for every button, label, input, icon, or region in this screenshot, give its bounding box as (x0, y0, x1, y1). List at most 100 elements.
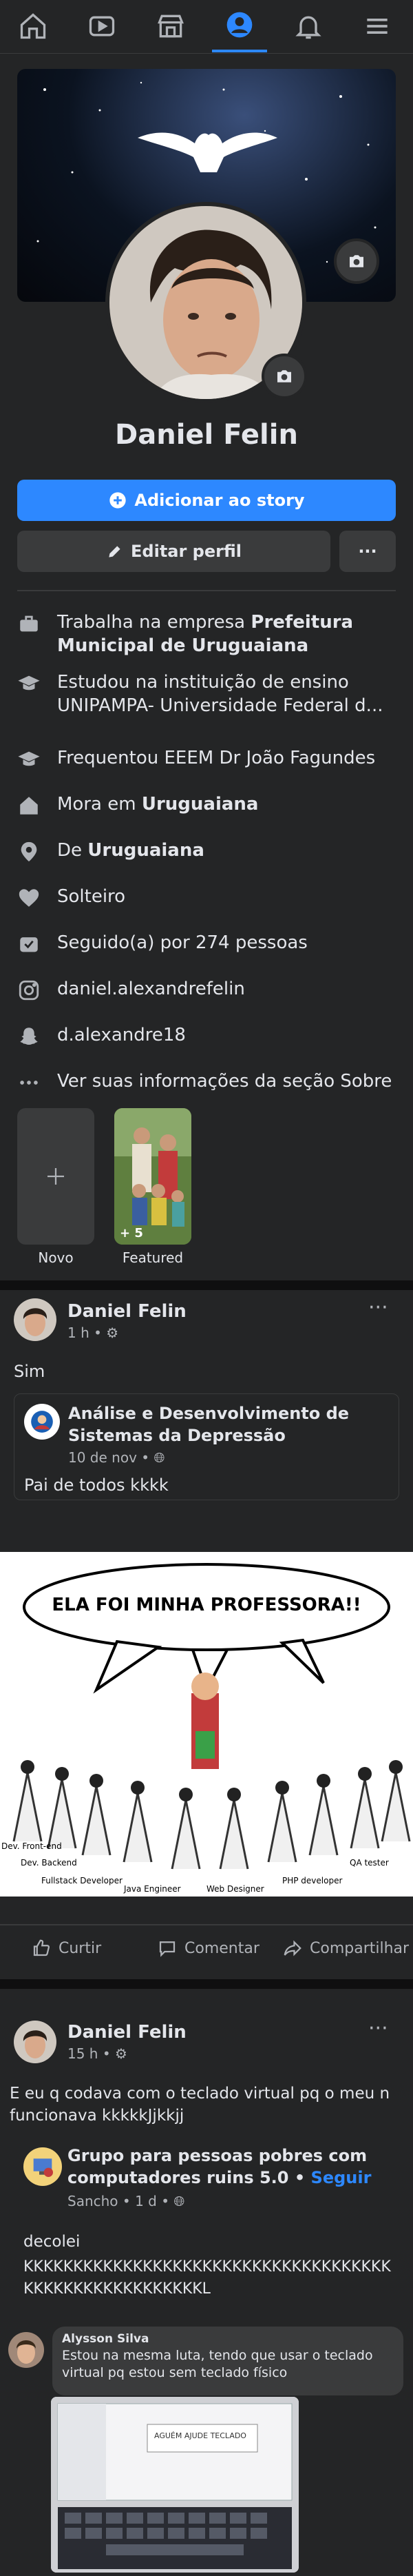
featured-new-button[interactable] (17, 1108, 94, 1245)
top-navigation-bar (0, 0, 413, 54)
location-pin-icon (17, 840, 41, 863)
edit-profile-button[interactable]: Editar perfil (17, 531, 330, 572)
info-lives-text: Mora em Uruguaiana (57, 793, 258, 816)
globe-icon: 🌐︎ (173, 2193, 185, 2209)
profile-name: Daniel Felin (115, 419, 298, 451)
edit-cover-camera-button[interactable] (334, 238, 379, 284)
group-logo-icon (31, 1411, 53, 1433)
post-author-name[interactable]: Daniel Felin (67, 2022, 187, 2043)
shared-post-author[interactable]: Sancho (67, 2193, 118, 2209)
globe-icon: 🌐︎ (153, 1449, 165, 1466)
heart-icon (17, 886, 41, 910)
meme-label: QA tester (350, 1858, 389, 1868)
post-text: Sim (14, 1362, 45, 1381)
info-snapchat-text: d.alexandre18 (57, 1025, 186, 1045)
privacy-gear-icon: ⚙ (115, 2045, 127, 2062)
post-options-button[interactable]: ··· (368, 1296, 388, 1320)
shared-post-text-line1: decolei (23, 2233, 81, 2251)
info-study-text: Estudou na instituição de ensino UNIPAMP… (57, 672, 383, 716)
post-meme-image[interactable]: ELA FOI MINHA PROFESSORA!! Dev. Front-en… (0, 1552, 413, 1897)
info-from-city[interactable]: Uruguaiana (87, 840, 204, 861)
comment-photo[interactable]: AGUÉM AJUDE TECLADO (51, 2397, 299, 2573)
like-label: Curtir (59, 1939, 102, 1957)
shared-group-avatar[interactable] (24, 1404, 60, 1440)
info-lives-prefix: Mora em (57, 794, 142, 815)
shared-post-time[interactable]: 1 d (135, 2193, 157, 2209)
comment-bubble-icon (159, 1941, 176, 1957)
see-about-text: Ver suas informações da seção Sobre (57, 1071, 392, 1092)
avatar-photo (23, 2030, 47, 2058)
info-instagram[interactable]: daniel.alexandrefelin (17, 977, 396, 1002)
featured-count: + 5 (120, 1226, 143, 1240)
section-divider (17, 590, 396, 591)
shared-post-time[interactable]: 10 de nov (68, 1449, 137, 1466)
group-logo-icon (33, 2158, 53, 2177)
featured-collection-card[interactable]: + 5 (114, 1108, 191, 1245)
shared-post-meta: 10 de nov • 🌐︎ (68, 1449, 165, 1466)
nav-marketplace[interactable] (143, 0, 198, 52)
nav-watch[interactable] (74, 0, 129, 52)
camera-icon (277, 370, 291, 382)
info-snapchat[interactable]: d.alexandre18 (17, 1023, 396, 1048)
instagram-icon (17, 979, 41, 1002)
info-school-prefix: Frequentou (57, 748, 165, 768)
avatar-photo (17, 2340, 36, 2364)
share-arrow-icon (284, 1940, 301, 1956)
comment-button[interactable]: Comentar (157, 1938, 260, 1959)
more-options-button[interactable]: ··· (339, 531, 396, 572)
info-instagram-text: daniel.alexandrefelin (57, 979, 245, 999)
action-divider (0, 1924, 413, 1925)
info-work-prefix: Trabalha na empresa (57, 612, 251, 633)
featured-collection-label: Featured (122, 1249, 184, 1266)
post-time[interactable]: 1 h (67, 1325, 89, 1341)
info-from-text: De Uruguaiana (57, 839, 204, 862)
followers-icon (17, 932, 41, 956)
post-options-button[interactable]: ··· (368, 2016, 388, 2041)
info-from: De Uruguaiana (17, 839, 396, 863)
info-school-name[interactable]: EEEM Dr João Fagundes (164, 748, 375, 768)
info-from-prefix: De (57, 840, 88, 861)
share-button[interactable]: Compartilhar (282, 1938, 409, 1959)
nav-menu[interactable] (350, 0, 405, 52)
featured-new-label: Novo (38, 1249, 74, 1266)
shared-post-card[interactable]: Análise e Desenvolvimento de Sistemas da… (14, 1393, 399, 1500)
post-card: Daniel Felin 15 h • ⚙ ··· E eu q codava … (0, 1989, 413, 2576)
follow-group-button[interactable]: Seguir (311, 2168, 372, 2187)
like-button[interactable]: Curtir (31, 1938, 101, 1959)
nav-profile[interactable] (212, 0, 267, 52)
comment-author-avatar[interactable] (8, 2332, 44, 2368)
shared-group-title: Grupo para pessoas pobres com computador… (67, 2146, 372, 2187)
house-icon (17, 794, 41, 817)
nav-home[interactable] (6, 0, 61, 52)
info-relationship-text: Solteiro (57, 886, 126, 907)
info-work: Trabalha na empresa Prefeitura Municipal… (17, 611, 396, 657)
edit-profile-label: Editar perfil (131, 542, 242, 561)
shared-post-text: Pai de todos kkkk (24, 1475, 169, 1495)
info-lives-city[interactable]: Uruguaiana (142, 794, 259, 815)
edit-avatar-camera-button[interactable] (262, 354, 307, 399)
comment-author-name[interactable]: Alysson Silva (62, 2332, 394, 2346)
post-time[interactable]: 15 h (67, 2045, 98, 2062)
post-author-name[interactable]: Daniel Felin (67, 1301, 187, 1322)
plus-icon (47, 1168, 64, 1185)
graduation-cap-icon (17, 672, 41, 695)
shared-post-meta: Sancho • 1 d • 🌐︎ (67, 2193, 185, 2209)
shared-group-name[interactable]: Análise e Desenvolvimento de Sistemas da… (68, 1402, 392, 1447)
info-work-text: Trabalha na empresa Prefeitura Municipal… (57, 611, 396, 657)
photo-screen-text: AGUÉM AJUDE TECLADO (154, 2431, 246, 2440)
comment-text: Estou na mesma luta, tendo que usar o te… (62, 2348, 373, 2380)
meme-label: PHP developer (282, 1876, 343, 1885)
camera-icon (350, 255, 363, 267)
add-to-story-label: Adicionar ao story (134, 491, 305, 510)
comment-bubble: Alysson Silva Estou na mesma luta, tendo… (52, 2327, 403, 2395)
add-to-story-button[interactable]: Adicionar ao story (17, 480, 396, 521)
hamburger-menu-icon (367, 19, 388, 34)
see-about-info-link[interactable]: Ver suas informações da seção Sobre (17, 1070, 396, 1094)
info-relationship: Solteiro (17, 885, 396, 910)
shared-group-avatar[interactable] (23, 2147, 62, 2186)
post-author-avatar[interactable] (14, 1298, 56, 1341)
info-followers[interactable]: Seguido(a) por 274 pessoas (17, 931, 396, 956)
post-author-avatar[interactable] (14, 2021, 56, 2063)
info-school-text: Frequentou EEEM Dr João Fagundes (57, 746, 375, 770)
nav-notifications[interactable] (281, 0, 336, 52)
